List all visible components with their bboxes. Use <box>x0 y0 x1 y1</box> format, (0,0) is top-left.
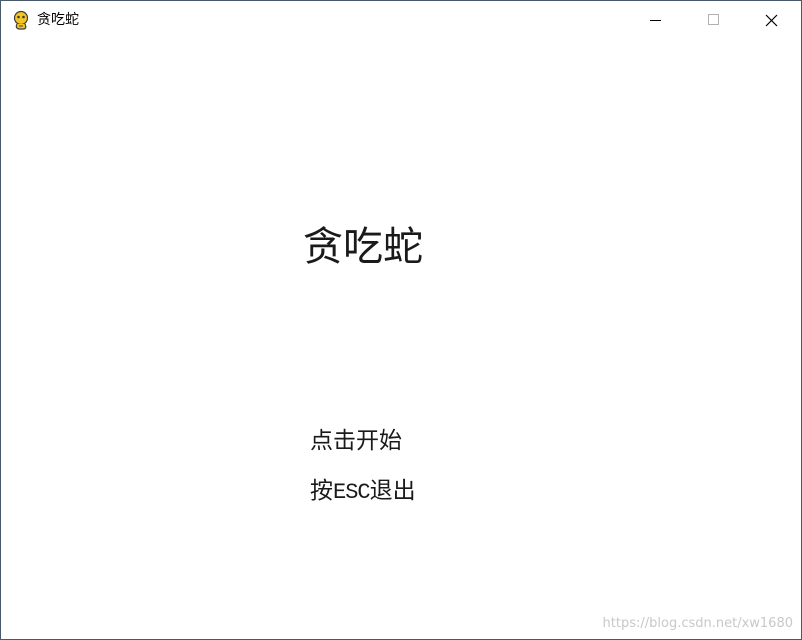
watermark: https://blog.csdn.net/xw1680 <box>602 616 793 631</box>
quit-prefix: 按 <box>310 478 333 504</box>
maximize-button[interactable] <box>684 1 742 39</box>
close-icon <box>765 14 778 27</box>
minimize-button[interactable] <box>626 1 684 39</box>
quit-suffix: 退出 <box>369 478 416 504</box>
game-canvas[interactable]: 贪吃蛇 点击开始 按ESC退出 https://blog.csdn.net/xw… <box>1 39 801 639</box>
minimize-icon <box>650 20 661 21</box>
close-button[interactable] <box>742 1 800 39</box>
game-title: 贪吃蛇 <box>303 224 423 270</box>
maximize-icon <box>708 14 719 25</box>
window-title: 贪吃蛇 <box>37 12 79 28</box>
game-window: 贪吃蛇 贪吃蛇 点击开始 按ESC退出 https://blog.csdn.ne… <box>0 0 802 640</box>
start-option[interactable]: 点击开始 <box>310 427 402 455</box>
quit-hint: 按ESC退出 <box>310 477 416 507</box>
pygame-snake-icon <box>13 10 29 30</box>
esc-key-label: ESC <box>333 480 371 505</box>
title-bar[interactable]: 贪吃蛇 <box>1 1 801 39</box>
